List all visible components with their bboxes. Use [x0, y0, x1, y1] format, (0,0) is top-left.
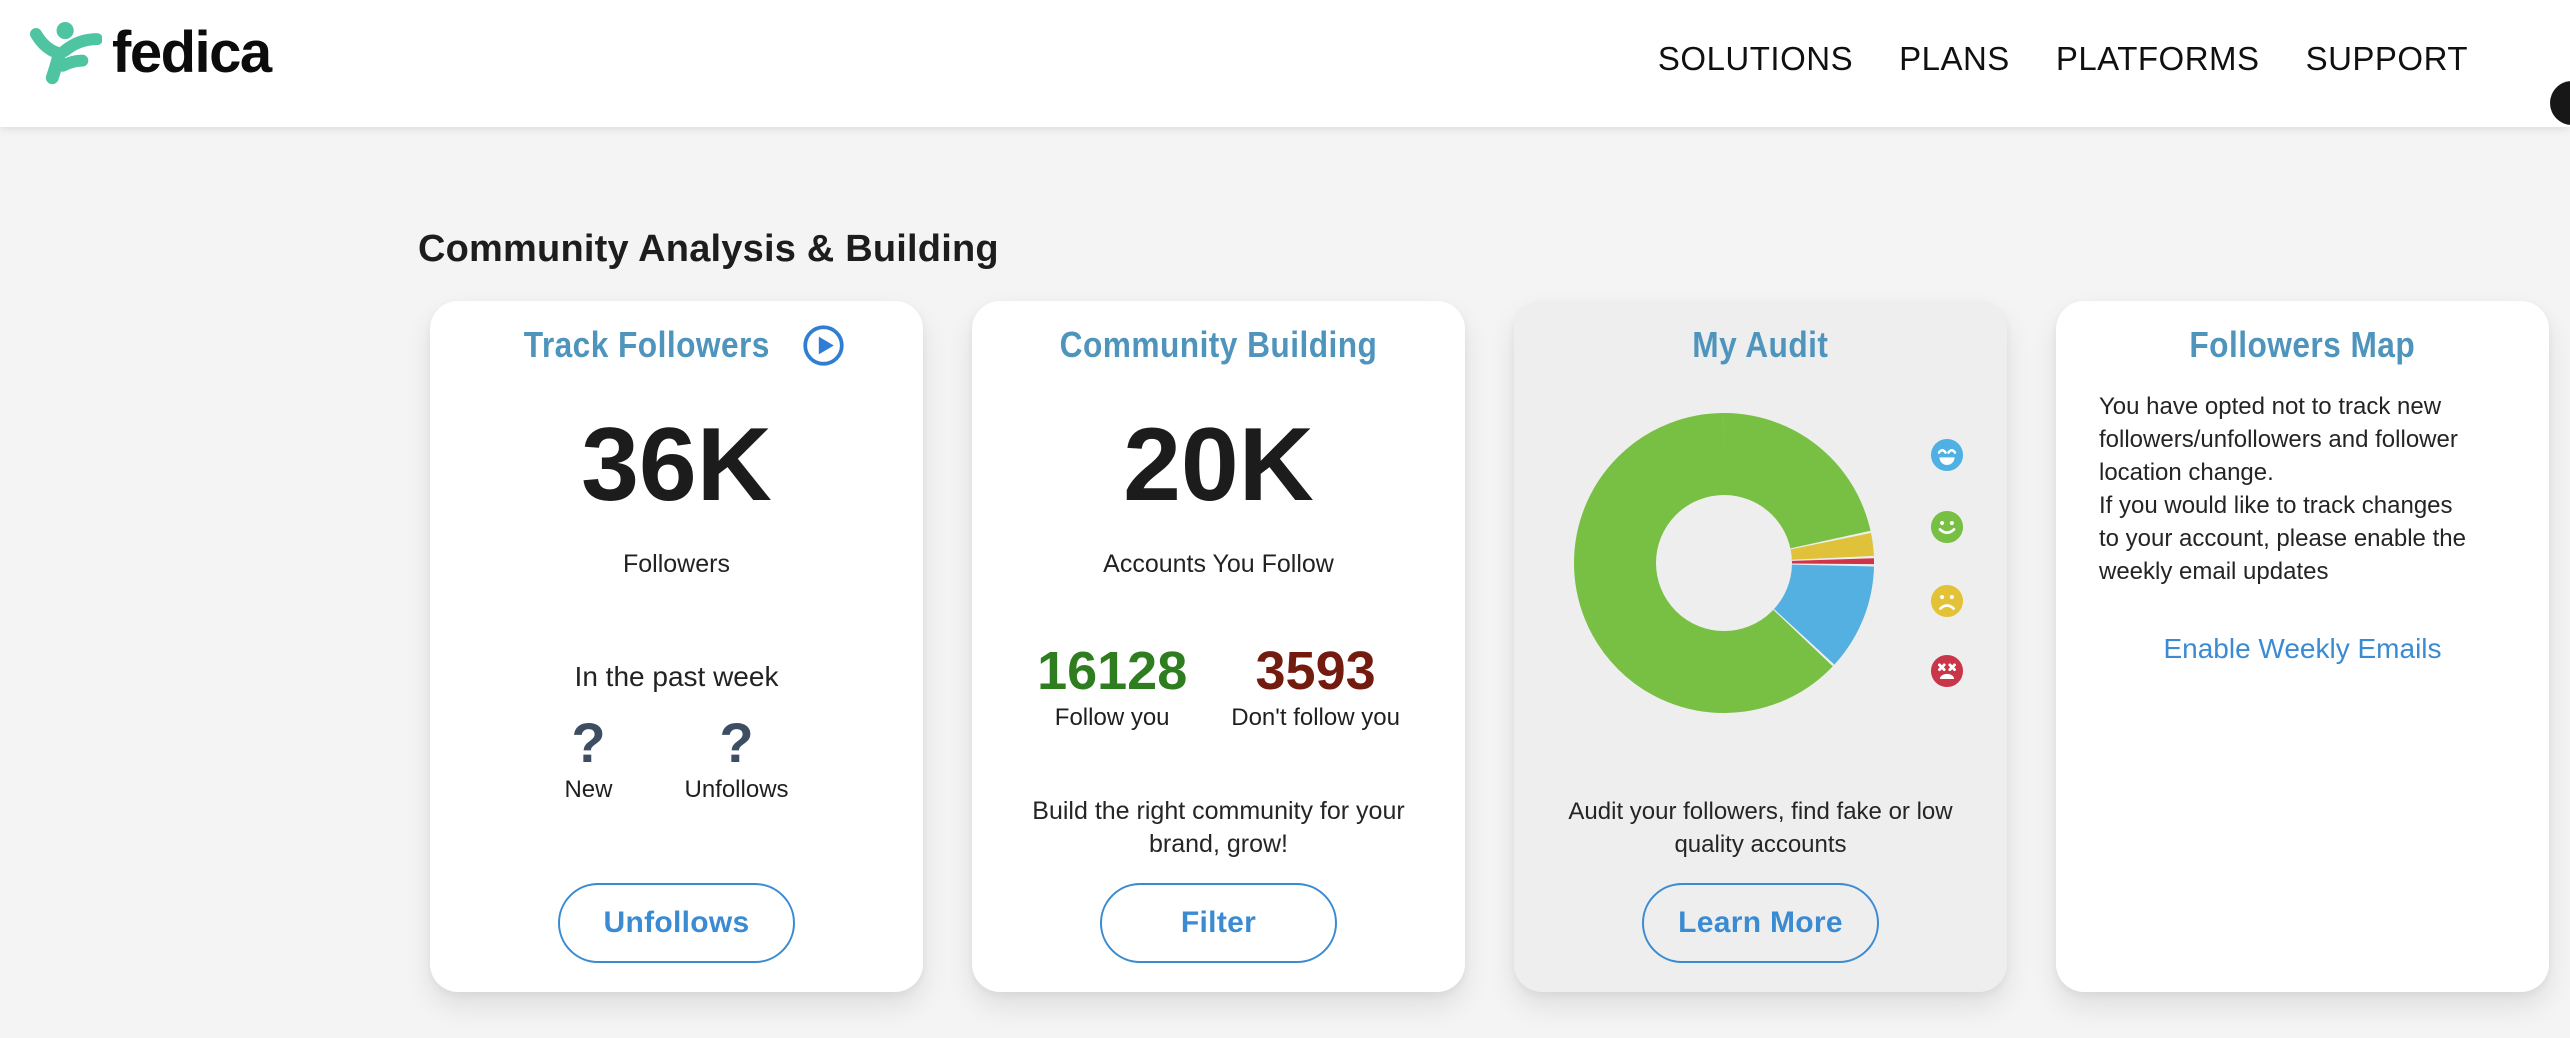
card-title-row: Community Building: [1038, 325, 1399, 365]
follow-you-value: 16128: [1037, 641, 1187, 701]
screen: fedica SOLUTIONS PLANS PLATFORMS SUPPORT…: [0, 0, 2570, 1038]
new-followers-stat: ? New: [564, 711, 612, 805]
page-title: Community Analysis & Building: [418, 227, 2570, 271]
card-title-row: My Audit: [1683, 325, 1838, 365]
followers-map-line: weekly email updates: [2099, 555, 2466, 588]
followers-map-line: location change.: [2099, 456, 2466, 489]
followers-count-label: Followers: [623, 549, 730, 579]
smile-face-icon: [1930, 510, 1964, 544]
grin-face-icon: [1930, 438, 1964, 472]
followers-map-line: You have opted not to track new: [2099, 390, 2466, 423]
followers-map-text: You have opted not to track newfollowers…: [2099, 390, 2466, 588]
frown-face-icon: [1930, 584, 1964, 618]
follow-you-stat: 16128 Follow you: [1037, 641, 1187, 733]
nav-support[interactable]: SUPPORT: [2306, 40, 2468, 78]
top-header: fedica SOLUTIONS PLANS PLATFORMS SUPPORT: [0, 0, 2570, 127]
audit-chart-area: [1514, 365, 2007, 715]
card-community-building: Community Building 20K Accounts You Foll…: [972, 301, 1465, 992]
angry-face-icon: [1930, 654, 1964, 688]
card-title: My Audit: [1692, 324, 1828, 366]
main-nav: SOLUTIONS PLANS PLATFORMS SUPPORT: [1658, 0, 2468, 118]
followers-map-line: If you would like to track changes: [2099, 489, 2466, 522]
followers-count: 36K: [581, 413, 772, 517]
card-title: Community Building: [1060, 324, 1378, 366]
main-content: Community Analysis & Building Track Foll…: [0, 127, 2570, 992]
followers-map-line: followers/unfollowers and follower: [2099, 423, 2466, 456]
card-title: Track Followers: [524, 324, 770, 366]
play-circle-icon[interactable]: [801, 323, 846, 368]
card-title-row: Track Followers: [507, 325, 846, 365]
dont-follow-you-label: Don't follow you: [1231, 703, 1400, 733]
learn-more-button[interactable]: Learn More: [1642, 883, 1879, 963]
weekly-stats-row: ? New ? Unfollows: [564, 711, 788, 805]
following-count: 20K: [1123, 413, 1314, 517]
nav-solutions[interactable]: SOLUTIONS: [1658, 40, 1853, 78]
unfollows-stat: ? Unfollows: [684, 711, 788, 805]
dont-follow-you-stat: 3593 Don't follow you: [1231, 641, 1400, 733]
card-title: Followers Map: [2190, 324, 2416, 366]
follow-stats-row: 16128 Follow you 3593 Don't follow you: [1037, 641, 1400, 733]
nav-plans[interactable]: PLANS: [1899, 40, 2010, 78]
audit-donut-chart[interactable]: [1572, 411, 1876, 715]
nav-platforms[interactable]: PLATFORMS: [2056, 40, 2260, 78]
new-followers-value: ?: [571, 711, 605, 775]
following-count-label: Accounts You Follow: [1103, 549, 1334, 579]
dont-follow-you-value: 3593: [1256, 641, 1376, 701]
card-track-followers: Track Followers 36K Followers In the pas…: [430, 301, 923, 992]
followers-map-line: to your account, please enable the: [2099, 522, 2466, 555]
cutoff-corner-icon[interactable]: [2550, 81, 2570, 125]
follow-you-label: Follow you: [1055, 703, 1170, 733]
card-title-row: Followers Map: [2174, 325, 2431, 365]
enable-weekly-emails-link[interactable]: Enable Weekly Emails: [2163, 632, 2441, 666]
my-audit-description: Audit your followers, find fake or low q…: [1551, 795, 1971, 861]
filter-button[interactable]: Filter: [1100, 883, 1337, 963]
cards-row: Track Followers 36K Followers In the pas…: [418, 301, 2570, 992]
unfollows-button[interactable]: Unfollows: [558, 883, 795, 963]
new-followers-label: New: [564, 775, 612, 805]
card-followers-map: Followers Map You have opted not to trac…: [2056, 301, 2549, 992]
card-my-audit: My Audit: [1514, 301, 2007, 992]
brand[interactable]: fedica: [30, 10, 271, 94]
unfollows-value: ?: [719, 711, 753, 775]
brand-name: fedica: [112, 19, 271, 86]
unfollows-label: Unfollows: [684, 775, 788, 805]
period-label: In the past week: [575, 659, 779, 695]
community-building-description: Build the right community for your brand…: [1009, 795, 1429, 861]
fedica-logo-icon: [30, 19, 102, 85]
